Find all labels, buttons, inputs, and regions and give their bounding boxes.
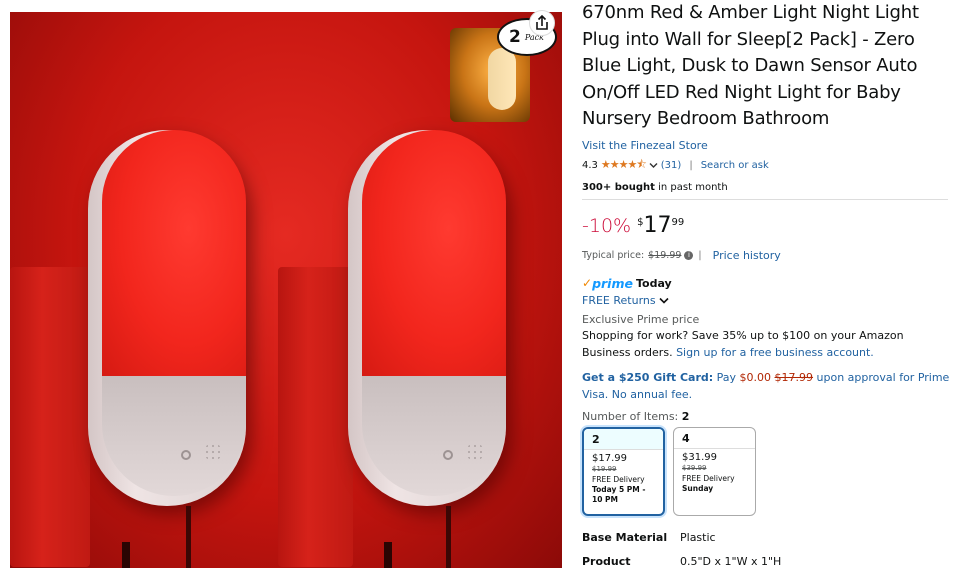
spec-value: 0.5"D x 1"W x 1"H	[680, 554, 782, 568]
prime-today: Today	[635, 276, 672, 290]
night-light-base	[102, 376, 246, 496]
chevron-down-icon[interactable]	[649, 162, 658, 169]
business-offer: Shopping for work? Save 35% up to $100 o…	[582, 327, 952, 361]
free-returns-link[interactable]: FREE Returns	[582, 294, 952, 307]
spec-key: Product Dimensions	[582, 554, 631, 568]
variation-option-2[interactable]: 2 $17.99 $19.99 FREE Delivery Today 5 PM…	[582, 426, 665, 516]
bought-bold: 300+ bought	[582, 181, 655, 193]
variation-delivery-time: Sunday	[682, 483, 714, 493]
product-info-panel: 670nm Red & Amber Light Night Light Plug…	[582, 0, 952, 568]
price-row: -10% $ 17 99	[582, 212, 952, 238]
info-icon[interactable]: i	[684, 250, 694, 260]
price-whole: 17	[643, 212, 672, 238]
night-light-lens	[102, 130, 246, 376]
typical-price-row: Typical price: $19.99 i | Price history	[582, 249, 952, 262]
spec-key: Base Material	[582, 530, 668, 544]
spec-value: Plastic	[680, 530, 716, 544]
variation-old-price: $19.99	[592, 464, 617, 473]
search-ask-link[interactable]: Search or ask	[701, 160, 769, 171]
number-of-items-label: Number of Items: 2	[582, 410, 952, 423]
pack-badge-number: 2	[509, 27, 521, 47]
variation-name: 4	[674, 428, 755, 449]
power-cord	[186, 506, 191, 568]
bought-rest: in past month	[654, 181, 728, 193]
prime-logo: prime	[592, 275, 633, 291]
plug-prong	[384, 542, 392, 568]
prime-check-icon: ✓	[582, 276, 593, 290]
store-link[interactable]: Visit the Finezeal Store	[582, 139, 952, 152]
night-light-lens	[362, 130, 506, 376]
divider-bar: |	[698, 249, 702, 261]
section-divider	[582, 198, 948, 200]
number-of-items-text: Number of Items:	[582, 409, 679, 423]
variation-name: 2	[584, 428, 663, 450]
gift-pay: Pay	[713, 370, 740, 384]
night-light-base	[362, 376, 506, 496]
divider-bar: |	[689, 159, 693, 171]
variation-delivery-time: Today 5 PM - 10 PM	[592, 484, 646, 504]
sensor-icon	[181, 450, 191, 460]
gift-card-title: Get a $250 Gift Card:	[582, 370, 714, 384]
typical-price-label: Typical price:	[582, 249, 645, 261]
share-icon[interactable]	[529, 10, 555, 36]
wall-plate-left	[10, 267, 90, 567]
price-history-link[interactable]: Price history	[713, 249, 781, 262]
plug-prong	[122, 542, 130, 568]
prime-badge: ✓ prime Today	[582, 276, 952, 291]
rating-row: 4.3 ★★★★⯪ (31) | Search or ask	[582, 156, 952, 175]
price-fraction: 99	[671, 216, 685, 228]
product-title: 670nm Red & Amber Light Night Light Plug…	[582, 2, 919, 129]
free-returns-label: FREE Returns	[582, 293, 656, 307]
business-signup-link[interactable]: Sign up for a free business account.	[676, 346, 874, 359]
number-of-items-selected: 2	[681, 409, 690, 423]
star-rating-icon[interactable]: ★★★★⯪	[601, 156, 647, 175]
gift-old-price: $17.99	[774, 370, 814, 384]
discount-percent: -10%	[582, 214, 632, 237]
rating-count-link[interactable]: (31)	[661, 160, 682, 171]
spec-row: Base Material Plastic	[582, 530, 952, 546]
exclusive-prime-price: Exclusive Prime price	[582, 312, 700, 326]
variation-option-4[interactable]: 4 $31.99 $39.99 FREE Delivery Sunday	[673, 426, 756, 516]
chevron-down-icon	[659, 297, 669, 304]
variation-options: 2 $17.99 $19.99 FREE Delivery Today 5 PM…	[582, 426, 952, 516]
variation-old-price: $39.99	[682, 463, 707, 472]
rating-value: 4.3	[582, 159, 598, 171]
power-cord	[446, 506, 451, 568]
variation-price: $17.99	[592, 452, 627, 464]
night-light-left	[88, 130, 246, 506]
amber-night-light	[488, 48, 516, 110]
wall-plate-right	[278, 267, 353, 567]
typical-price-value: $19.99	[648, 249, 682, 261]
spec-row: Product Dimensions 0.5"D x 1"W x 1"H	[582, 554, 952, 568]
sensor-icon	[443, 450, 453, 460]
variation-delivery: FREE Delivery	[682, 473, 735, 483]
variation-price: $31.99	[682, 451, 717, 463]
bought-count: 300+ bought in past month	[582, 182, 952, 193]
product-specs: Base Material Plastic Product Dimensions…	[582, 530, 952, 568]
gift-card-offer[interactable]: Get a $250 Gift Card: Pay $0.00 $17.99 u…	[582, 369, 952, 403]
speaker-grid-icon	[204, 443, 222, 461]
variation-delivery: FREE Delivery	[592, 474, 645, 484]
night-light-right	[348, 130, 506, 506]
speaker-grid-icon	[466, 443, 484, 461]
current-price: $ 17 99	[637, 212, 685, 238]
gift-new-price: $0.00	[739, 370, 772, 384]
